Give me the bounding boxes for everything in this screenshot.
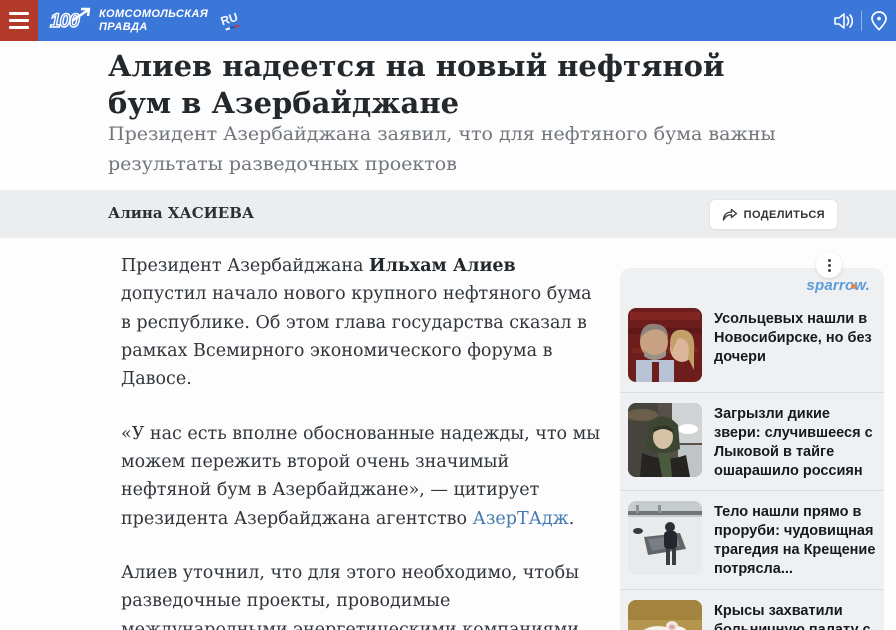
sparrow-brand[interactable]: sparrow. bbox=[620, 268, 884, 298]
ru-mascot-icon: RU bbox=[219, 10, 241, 32]
widget-news-item-3[interactable]: Тело нашли прямо в проруби: чудовищная т… bbox=[620, 490, 884, 588]
news-title: Крысы захватили больничную палату с bbox=[714, 600, 876, 630]
news-title: Тело нашли прямо в проруби: чудовищная т… bbox=[714, 501, 876, 578]
share-button-label: ПОДЕЛИТЬСЯ bbox=[744, 209, 825, 221]
widget-news-item-1[interactable]: Усольцевых нашли в Новосибирске, но без … bbox=[620, 298, 884, 392]
news-title: Усольцевых нашли в Новосибирске, но без … bbox=[714, 308, 876, 382]
sparrow-logo-dot bbox=[851, 284, 856, 289]
author-name[interactable]: Алина ХАСИЕВА bbox=[108, 204, 254, 222]
share-icon bbox=[722, 208, 738, 222]
paragraph-2: «У нас есть вполне обоснованные надежды,… bbox=[121, 420, 601, 533]
page: 100 КОМСОМОЛЬСКАЯ ПРАВДА RU bbox=[0, 0, 896, 630]
author-bar: Алина ХАСИЕВА ПОДЕЛИТЬСЯ bbox=[0, 190, 896, 238]
sparrow-logo-text: sparrow. bbox=[806, 277, 870, 294]
paragraph-1: Президент Азербайджана Ильхам Алиев допу… bbox=[121, 252, 601, 394]
person-name-bold: Ильхам Алиев bbox=[369, 256, 516, 276]
logo-line1: КОМСОМОЛЬСКАЯ bbox=[99, 8, 208, 21]
hamburger-menu-button[interactable] bbox=[0, 0, 38, 41]
azertadj-link[interactable]: АзерТАдж bbox=[473, 509, 569, 529]
header-actions bbox=[827, 0, 896, 41]
widget-options-button[interactable] bbox=[816, 252, 842, 278]
widget-news-item-4[interactable]: Крысы захватили больничную палату с bbox=[620, 589, 884, 630]
article-subtitle: Президент Азербайджана заявил, что для н… bbox=[108, 119, 808, 180]
sound-icon[interactable] bbox=[827, 0, 861, 41]
ice-hole-thumbnail bbox=[628, 501, 702, 575]
couple-selfie-thumbnail bbox=[628, 308, 702, 382]
share-button[interactable]: ПОДЕЛИТЬСЯ bbox=[709, 199, 838, 230]
top-header: 100 КОМСОМОЛЬСКАЯ ПРАВДА RU bbox=[0, 0, 896, 41]
logo-text: КОМСОМОЛЬСКАЯ ПРАВДА bbox=[99, 8, 208, 33]
paragraph-3: Алиев уточнил, что для этого необходимо,… bbox=[121, 559, 601, 630]
widget-news-item-2[interactable]: Загрызли дикие звери: случившееся с Лыко… bbox=[620, 392, 884, 490]
sparrow-widget: sparrow. Усольцевых наш bbox=[620, 268, 884, 630]
location-pin-icon[interactable] bbox=[862, 0, 896, 41]
logo-line2: ПРАВДА bbox=[99, 21, 208, 34]
elderly-woman-thumbnail bbox=[628, 403, 702, 477]
white-rat-thumbnail bbox=[628, 600, 702, 630]
kp-logo[interactable]: 100 КОМСОМОЛЬСКАЯ ПРАВДА RU bbox=[50, 7, 239, 35]
news-title: Загрызли дикие звери: случившееся с Лыко… bbox=[714, 403, 876, 480]
article-body: Президент Азербайджана Ильхам Алиев допу… bbox=[121, 252, 601, 630]
article-title: Алиев надеется на новый нефтяной бум в А… bbox=[108, 48, 738, 122]
anniversary-100-icon: 100 bbox=[50, 7, 92, 35]
